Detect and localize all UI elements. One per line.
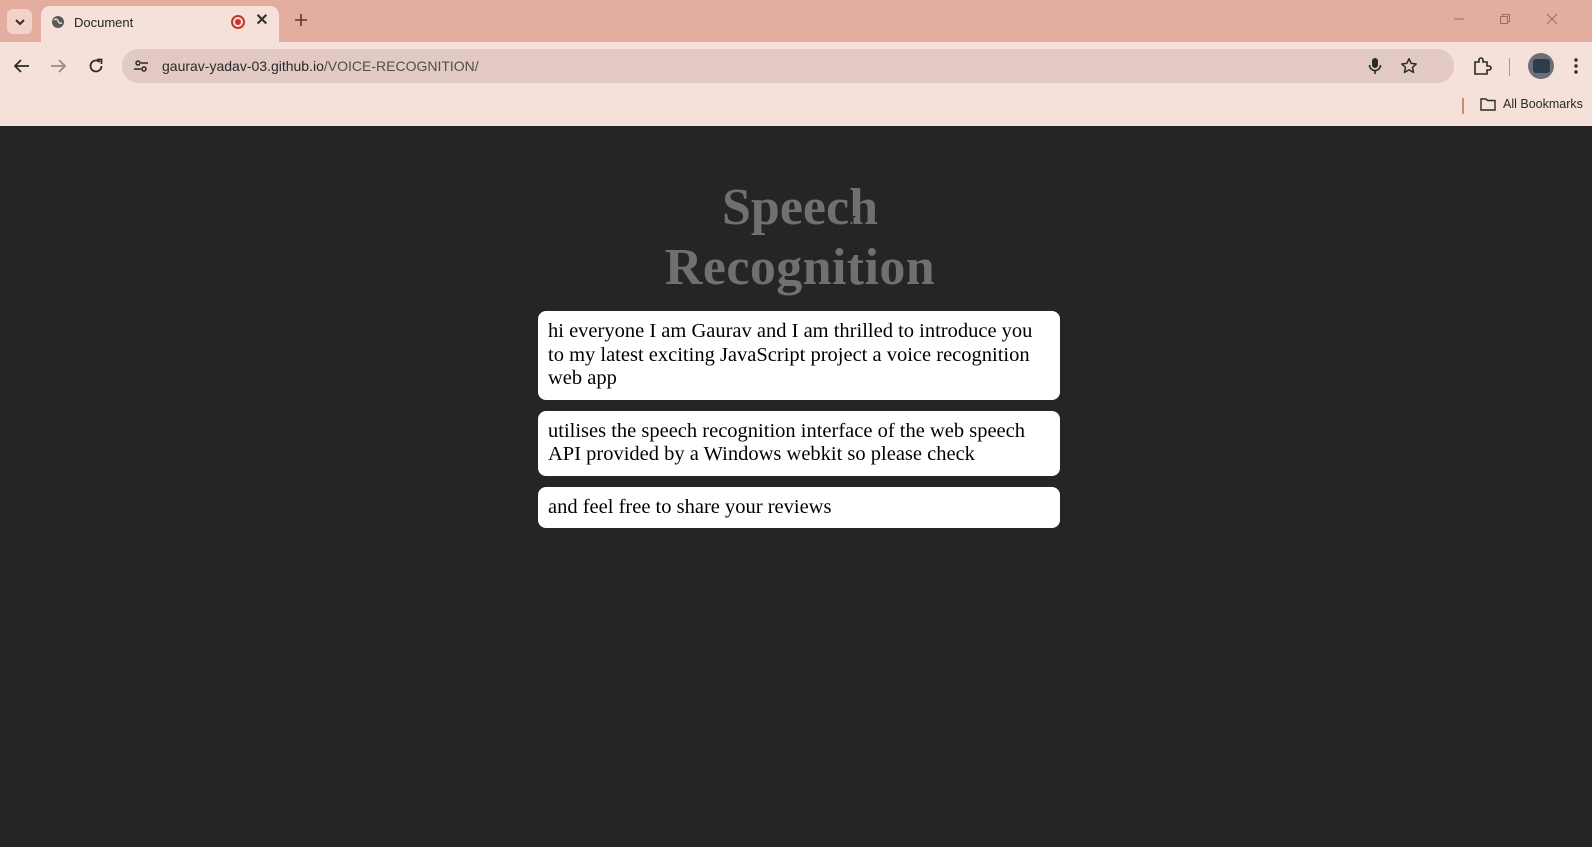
url-path: /VOICE-RECOGNITION/ (323, 58, 479, 74)
globe-icon (52, 16, 64, 28)
transcript-paragraph: hi everyone I am Gaurav and I am thrille… (538, 311, 1060, 400)
address-bar[interactable]: gaurav-yadav-03.github.io/VOICE-RECOGNIT… (122, 49, 1454, 83)
tab-search-button[interactable] (7, 9, 32, 34)
tab-title: Document (74, 15, 134, 30)
page-title: Speech Recognition (0, 178, 1592, 298)
chevron-down-icon (14, 18, 25, 25)
url-text[interactable]: gaurav-yadav-03.github.io/VOICE-RECOGNIT… (162, 58, 479, 74)
new-tab-button[interactable] (289, 9, 313, 33)
tab-strip: Document ✕ (0, 0, 1592, 42)
extensions-button[interactable] (1470, 54, 1494, 78)
bookmarks-divider (1462, 98, 1464, 114)
bookmark-star-button[interactable] (1398, 55, 1420, 77)
plus-icon (295, 14, 307, 26)
all-bookmarks-button[interactable]: All Bookmarks (1480, 97, 1583, 111)
minimize-button[interactable] (1447, 10, 1471, 32)
profile-avatar[interactable] (1528, 53, 1554, 79)
title-line-1: Speech (722, 179, 878, 236)
transcript-paragraph: utilises the speech recognition interfac… (538, 410, 1060, 476)
voice-search-button[interactable] (1364, 55, 1386, 77)
restore-button[interactable] (1493, 10, 1517, 32)
page-content: Speech Recognition I hi everyone I am Ga… (0, 126, 1592, 847)
minimize-icon (1454, 18, 1464, 20)
back-button[interactable] (8, 52, 36, 80)
tab-document[interactable]: Document ✕ (41, 6, 279, 42)
microphone-icon (1368, 58, 1382, 74)
restore-icon (1500, 14, 1510, 24)
title-line-2: Recognition (664, 239, 936, 296)
window-close-icon (1546, 13, 1558, 25)
all-bookmarks-label: All Bookmarks (1503, 97, 1583, 111)
site-info-icon (134, 60, 148, 72)
star-icon (1401, 58, 1417, 74)
url-host: gaurav-yadav-03.github.io (162, 58, 324, 74)
folder-icon (1480, 98, 1496, 111)
window-close-button[interactable] (1540, 10, 1564, 32)
record-icon (231, 15, 245, 29)
forward-icon (51, 59, 67, 73)
more-menu-button[interactable] (1564, 54, 1588, 78)
back-icon (13, 59, 29, 73)
text-cursor: I (849, 215, 857, 230)
extensions-icon (1474, 57, 1492, 75)
toolbar-divider (1509, 58, 1510, 76)
transcript-list: hi everyone I am Gaurav and I am thrille… (538, 311, 1060, 539)
forward-button[interactable] (44, 52, 72, 80)
transcript-paragraph: and feel free to share your reviews (538, 486, 1060, 528)
reload-button[interactable] (82, 52, 110, 80)
site-info-button[interactable] (129, 54, 153, 78)
bookmarks-bar: All Bookmarks (0, 90, 1592, 126)
more-menu-icon (1574, 58, 1578, 74)
close-icon[interactable]: ✕ (253, 12, 271, 30)
reload-icon (89, 58, 103, 73)
toolbar: gaurav-yadav-03.github.io/VOICE-RECOGNIT… (0, 42, 1592, 90)
